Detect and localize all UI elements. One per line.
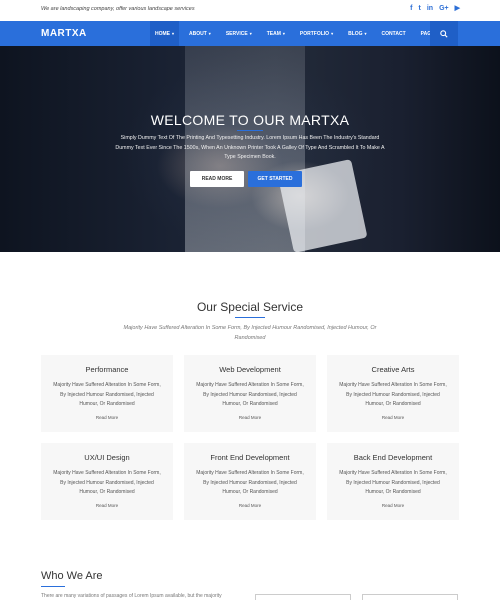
nav-item-team[interactable]: TEAM ▾ — [262, 21, 290, 46]
service-card-desc: Majority Have Suffered Alteration In Som… — [339, 382, 447, 407]
nav-item-label: BLOG — [348, 30, 363, 37]
service-card-title: Web Development — [219, 365, 281, 374]
tagline: We are landscaping company, offer variou… — [41, 6, 195, 12]
service-card-desc: Majority Have Suffered Alteration In Som… — [196, 470, 304, 495]
nav-item-label: SERVICE — [225, 30, 248, 37]
main-navbar: MARTXA HOME ▾ ABOUT ▾ SERVICE ▾ TEAM ▾ PORTF… — [0, 21, 500, 46]
nav-item-home[interactable]: HOME ▾ — [150, 21, 180, 46]
service-card-title: UX/UI Design — [84, 453, 130, 462]
service-card-performance: Performance Majority Have Suffered Alter… — [41, 355, 173, 432]
service-card-read-more-link[interactable]: Read More — [184, 503, 316, 508]
service-card-read-more-link[interactable]: Read More — [41, 415, 173, 420]
service-card-desc: Majority Have Suffered Alteration In Som… — [53, 382, 161, 407]
nav-item-blog[interactable]: BLOG ▾ — [343, 21, 371, 46]
services-subtitle: Majority Have Suffered Alteration In Som… — [123, 325, 377, 341]
service-card-read-more-link[interactable]: Read More — [41, 503, 173, 508]
read-more-button[interactable]: READ MORE — [190, 171, 244, 187]
nav-item-label: TEAM — [266, 30, 281, 37]
nav-item-label: ABOUT — [189, 30, 207, 37]
main-menu: HOME ▾ ABOUT ▾ SERVICE ▾ TEAM ▾ PORTFOLIO ▾ B… — [150, 21, 452, 46]
get-started-button[interactable]: GET STARTED — [248, 171, 302, 187]
service-card-desc: Majority Have Suffered Alteration In Som… — [196, 382, 304, 407]
who-we-are-underline — [41, 586, 65, 587]
who-we-are-title: Who We Are — [41, 570, 103, 582]
nav-item-label: HOME — [155, 30, 170, 37]
search-button[interactable] — [430, 21, 458, 46]
hero-subtitle: Simply Dummy Text Of The Printing And Ty… — [115, 135, 385, 160]
social-links: f t in G+ ▶ — [410, 4, 460, 14]
facebook-icon[interactable]: f — [410, 4, 412, 14]
services-title: Our Special Service — [196, 300, 304, 314]
services-title-underline — [235, 317, 265, 318]
linkedin-icon[interactable]: in — [427, 4, 433, 14]
google-plus-icon[interactable]: G+ — [439, 4, 449, 14]
service-card-back-end-development: Back End Development Majority Have Suffe… — [327, 443, 459, 520]
youtube-icon[interactable]: ▶ — [455, 4, 460, 14]
hero-title-underline — [237, 130, 263, 131]
service-card-title: Front End Development — [210, 453, 290, 462]
nav-item-service[interactable]: SERVICE ▾ — [221, 21, 257, 46]
search-icon — [440, 29, 448, 38]
nav-item-label: CONTACT — [381, 30, 406, 37]
service-card-title: Performance — [85, 365, 129, 374]
who-we-are-text: There are many variations of passages of… — [41, 593, 222, 599]
chevron-down-icon: ▾ — [249, 31, 252, 36]
hero-banner: WELCOME TO OUR MARTXA Simply Dummy Text … — [0, 46, 500, 253]
chevron-down-icon: ▾ — [208, 31, 211, 36]
chevron-down-icon: ▾ — [364, 31, 367, 36]
nav-item-portfolio[interactable]: PORTFOLIO ▾ — [295, 21, 338, 46]
service-card-desc: Majority Have Suffered Alteration In Som… — [339, 470, 447, 495]
service-card-title: Creative Arts — [371, 365, 415, 374]
service-card-read-more-link[interactable]: Read More — [184, 415, 316, 420]
who-we-are-panel — [255, 594, 351, 600]
chevron-down-icon: ▾ — [172, 31, 175, 36]
service-card-front-end-development: Front End Development Majority Have Suff… — [184, 443, 316, 520]
twitter-icon[interactable]: t — [418, 4, 420, 14]
service-card-desc: Majority Have Suffered Alteration In Som… — [53, 470, 161, 495]
chevron-down-icon: ▾ — [282, 31, 285, 36]
service-card-read-more-link[interactable]: Read More — [327, 415, 459, 420]
nav-item-label: PORTFOLIO — [299, 30, 330, 37]
nav-item-about[interactable]: ABOUT ▾ — [184, 21, 216, 46]
service-card-title: Back End Development — [353, 453, 433, 462]
service-card-creative-arts: Creative Arts Majority Have Suffered Alt… — [327, 355, 459, 432]
who-we-are-panel — [362, 594, 458, 600]
service-card-web-development: Web Development Majority Have Suffered A… — [184, 355, 316, 432]
nav-item-contact[interactable]: CONTACT — [377, 21, 411, 46]
hero-title: WELCOME TO OUR MARTXA — [150, 112, 350, 128]
service-card-ux-ui-design: UX/UI Design Majority Have Suffered Alte… — [41, 443, 173, 520]
top-bar: We are landscaping company, offer variou… — [0, 0, 500, 21]
chevron-down-icon: ▾ — [331, 31, 334, 36]
service-card-read-more-link[interactable]: Read More — [327, 503, 459, 508]
site-logo[interactable]: MARTXA — [41, 28, 87, 39]
